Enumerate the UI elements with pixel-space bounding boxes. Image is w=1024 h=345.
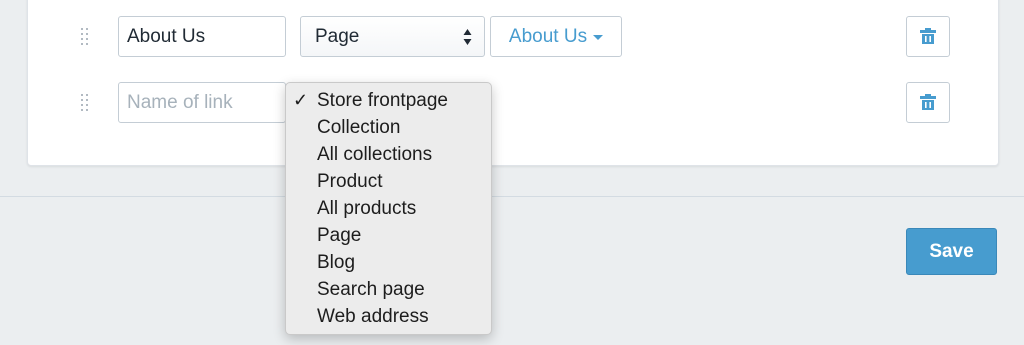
link-target-label: About Us [508,25,588,47]
menu-option-store-frontpage[interactable]: ✓ Store frontpage [286,87,491,114]
trash-icon [920,94,936,110]
updown-arrows-icon [463,29,472,45]
link-type-select[interactable]: Page [300,16,485,57]
save-button[interactable]: Save [906,228,997,275]
menu-option-collection[interactable]: Collection [286,114,491,141]
link-type-dropdown-menu: ✓ Store frontpage Collection All collect… [285,82,492,335]
save-button-label: Save [929,240,974,262]
checkmark-icon: ✓ [293,90,309,110]
link-type-select-value: Page [315,25,360,47]
menu-option-blog[interactable]: Blog [286,249,491,276]
drag-handle-icon[interactable] [81,94,91,112]
link-name-input[interactable] [118,16,286,57]
drag-handle-icon[interactable] [81,28,91,46]
caret-down-icon [593,35,604,40]
link-target-button[interactable]: About Us [490,16,622,57]
menu-option-web-address[interactable]: Web address [286,303,491,330]
section-divider [0,196,1024,197]
menu-option-page[interactable]: Page [286,222,491,249]
delete-link-button[interactable] [906,82,950,123]
menu-option-search-page[interactable]: Search page [286,276,491,303]
delete-link-button[interactable] [906,16,950,57]
menu-option-product[interactable]: Product [286,168,491,195]
menu-option-all-products[interactable]: All products [286,195,491,222]
link-name-input[interactable] [118,82,286,123]
menu-option-all-collections[interactable]: All collections [286,141,491,168]
trash-icon [920,28,936,44]
